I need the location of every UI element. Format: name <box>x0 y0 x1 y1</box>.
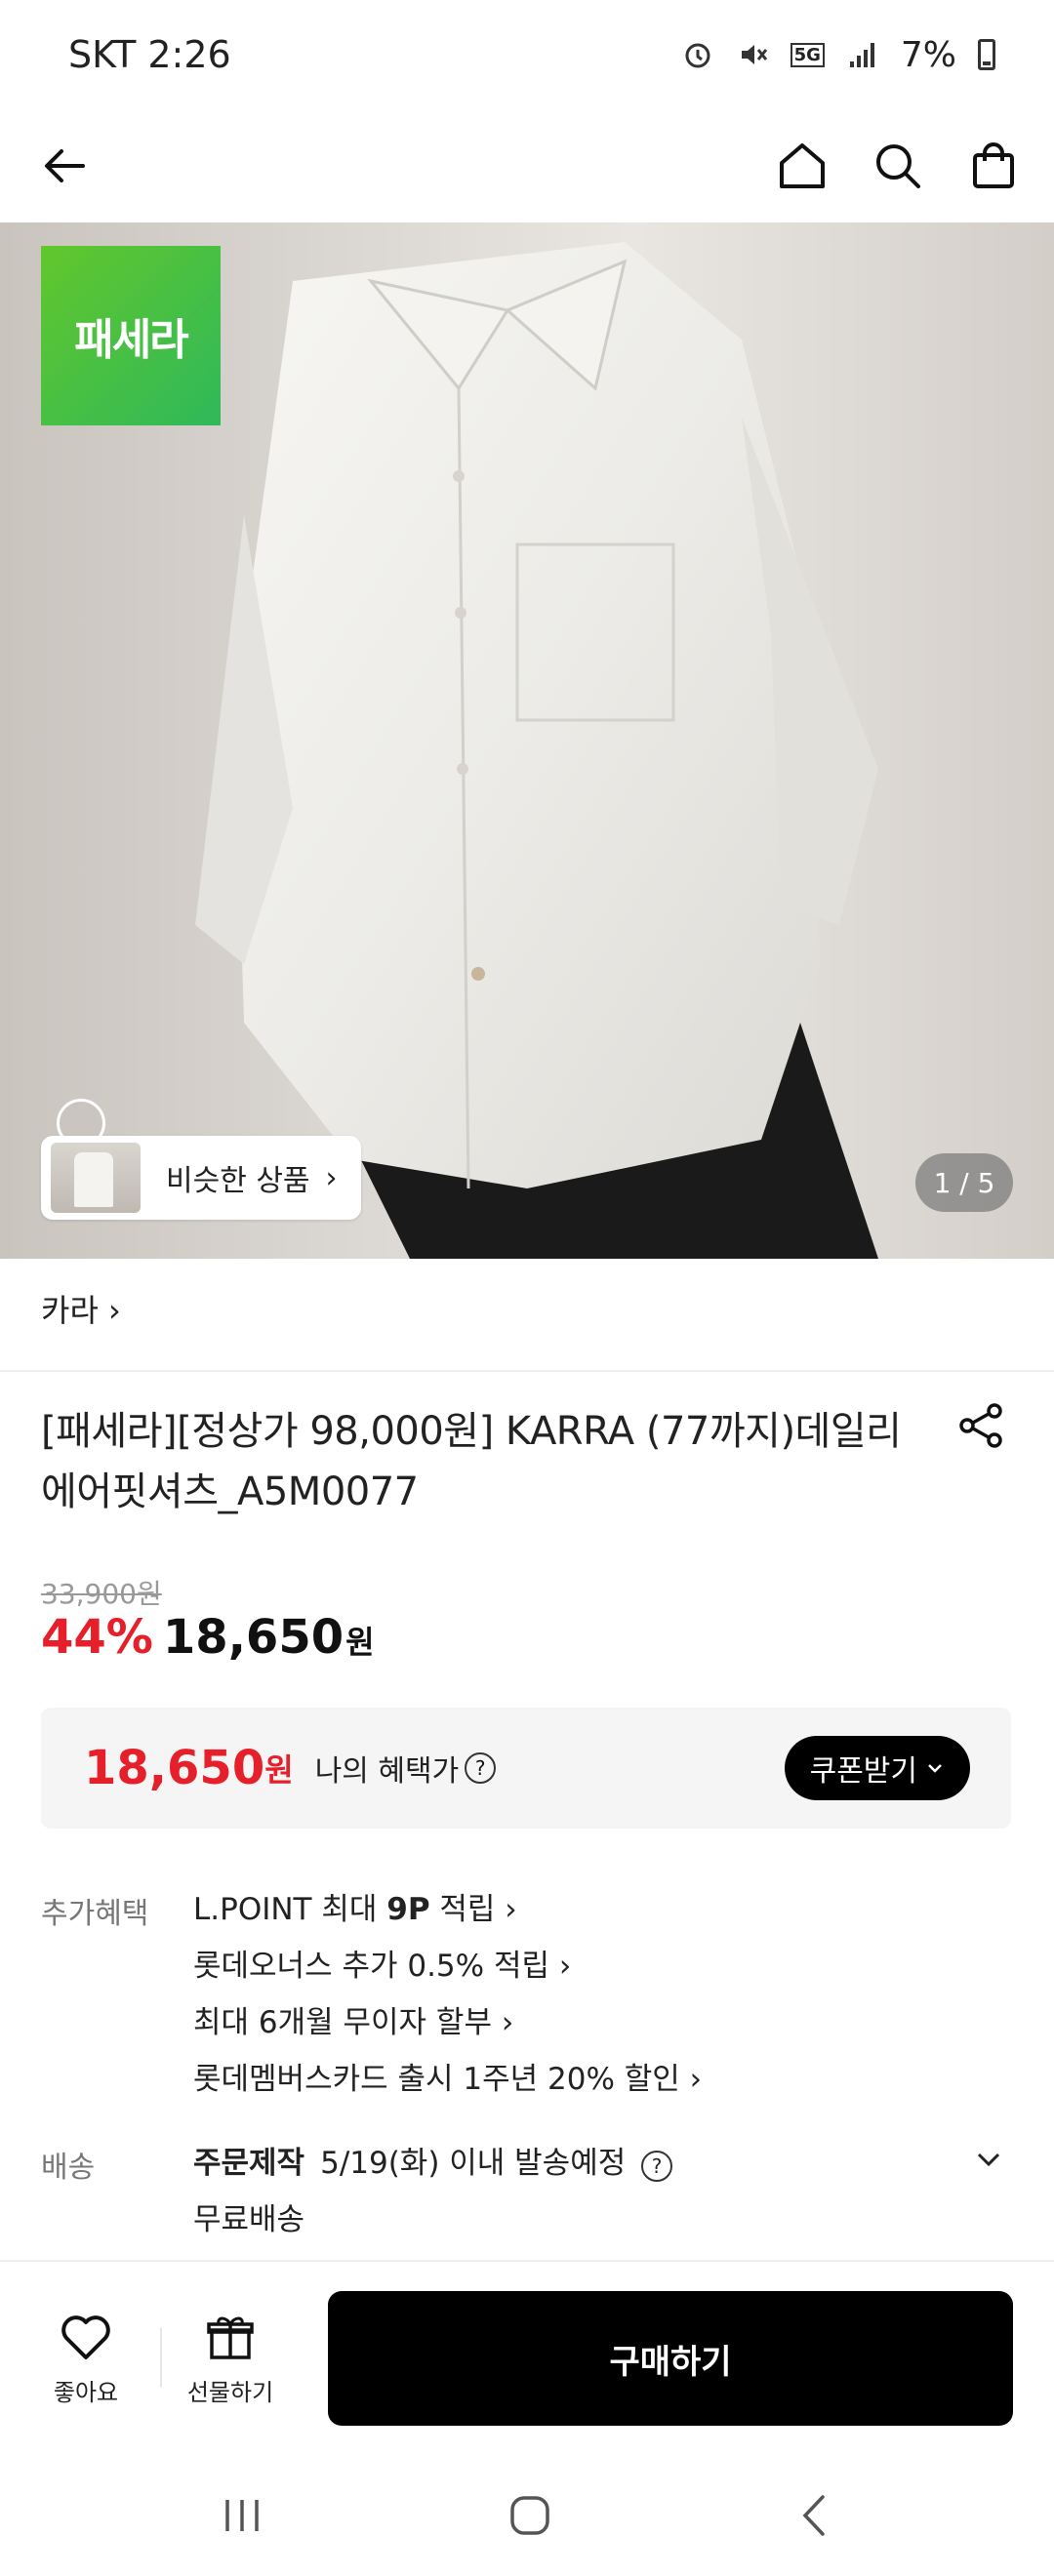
status-icons: 5G 7% <box>681 35 995 75</box>
shipping-fee: 무료배송 <box>193 2202 305 2237</box>
search-icon[interactable] <box>871 139 925 193</box>
alarm-icon <box>685 43 710 68</box>
delivery-date: 5/19(화) 이내 발송예정 <box>320 2146 627 2181</box>
battery-percent: 7% <box>900 34 956 75</box>
extra-benefits-label: 추가혜택 <box>41 1897 149 1931</box>
back-button-icon[interactable] <box>793 2491 836 2540</box>
signal-5g-icon: 5G <box>790 42 825 67</box>
original-price: 33,900원 <box>41 1578 162 1610</box>
back-arrow-icon[interactable] <box>37 139 92 193</box>
extra-benefits-list: L.POINT 최대 9P 적립 › 롯데오너스 추가 0.5% 적립 › 최대… <box>193 1881 702 2108</box>
benefit-price: 18,650 <box>84 1741 265 1795</box>
benefit-item-owners[interactable]: 롯데오너스 추가 0.5% 적립 › <box>193 1938 702 1994</box>
similar-products-button[interactable]: 비슷한 상품 › <box>41 1136 361 1220</box>
home-icon[interactable] <box>775 139 830 193</box>
status-bar: SKT 2:26 5G 7% <box>0 0 1054 109</box>
gift-icon <box>207 2316 254 2359</box>
coupon-button-label: 쿠폰받기 <box>809 1754 917 1789</box>
heart-icon <box>61 2315 110 2359</box>
share-icon[interactable] <box>954 1399 1007 1452</box>
chevron-down-icon <box>928 1764 942 1773</box>
benefit-item-installment[interactable]: 최대 6개월 무이자 할부 › <box>193 1994 702 2051</box>
divider <box>0 1370 1054 1372</box>
similar-thumbnail <box>51 1143 141 1213</box>
benefit-item-card-discount[interactable]: 롯데멤버스카드 출시 1주년 20% 할인 › <box>193 2051 702 2108</box>
like-button[interactable]: 좋아요 <box>27 2314 144 2407</box>
help-icon[interactable]: ? <box>641 2151 673 2182</box>
battery-icon <box>978 39 995 70</box>
benefit-label: 나의 혜택가 <box>314 1754 460 1789</box>
help-icon[interactable]: ? <box>465 1752 497 1784</box>
gift-button[interactable]: 선물하기 <box>172 2314 289 2407</box>
brand-logo: 패세라 <box>41 246 221 425</box>
chevron-right-icon: › <box>325 1160 338 1195</box>
gift-label: 선물하기 <box>186 2379 274 2406</box>
discount-rate: 44% <box>41 1610 153 1665</box>
chevron-down-icon[interactable] <box>972 2143 1005 2176</box>
image-page-indicator: 1 / 5 <box>915 1153 1013 1212</box>
home-button-icon[interactable] <box>506 2491 554 2540</box>
delivery-line: 주문제작 5/19(화) 이내 발송예정 ? <box>193 2135 673 2192</box>
signal-bars-icon <box>849 43 874 67</box>
delivery-label: 배송 <box>41 2151 96 2185</box>
buy-button[interactable]: 구매하기 <box>328 2291 1013 2426</box>
currency-unit: 원 <box>345 1624 375 1661</box>
delivery-info: 주문제작 5/19(화) 이내 발송예정 ? 무료배송 <box>193 2135 673 2248</box>
mute-icon <box>741 45 767 64</box>
similar-label: 비슷한 상품 <box>166 1164 310 1198</box>
bottom-action-bar: 좋아요 선물하기 구매하기 <box>0 2260 1054 2455</box>
product-title: [패세라][정상가 98,000원] KARRA (77까지)데일리에어핏셔츠_… <box>41 1409 902 1514</box>
nav-actions <box>775 139 1021 193</box>
android-nav-bar <box>0 2455 1054 2576</box>
price-row: 44% 18,650 원 <box>41 1610 375 1665</box>
my-benefit-price-box: 18,650 원 나의 혜택가 ? 쿠폰받기 <box>41 1708 1011 1829</box>
top-nav <box>0 109 1054 222</box>
bottom-divider <box>160 2328 162 2387</box>
category-link[interactable]: 카라 › <box>41 1286 121 1331</box>
product-image[interactable]: 패세라 비슷한 상품 › 1 / 5 <box>0 222 1054 1259</box>
get-coupon-button[interactable]: 쿠폰받기 <box>784 1736 970 1800</box>
sale-price: 18,650 <box>162 1610 345 1665</box>
like-label: 좋아요 <box>53 2379 119 2406</box>
status-time: SKT 2:26 <box>68 33 231 76</box>
benefit-currency: 원 <box>264 1751 294 1789</box>
delivery-type: 주문제작 <box>193 2146 305 2181</box>
recent-apps-icon[interactable] <box>218 2494 266 2537</box>
benefit-item-lpoint[interactable]: L.POINT 최대 9P 적립 › <box>193 1881 702 1938</box>
shopping-bag-icon[interactable] <box>966 139 1021 193</box>
